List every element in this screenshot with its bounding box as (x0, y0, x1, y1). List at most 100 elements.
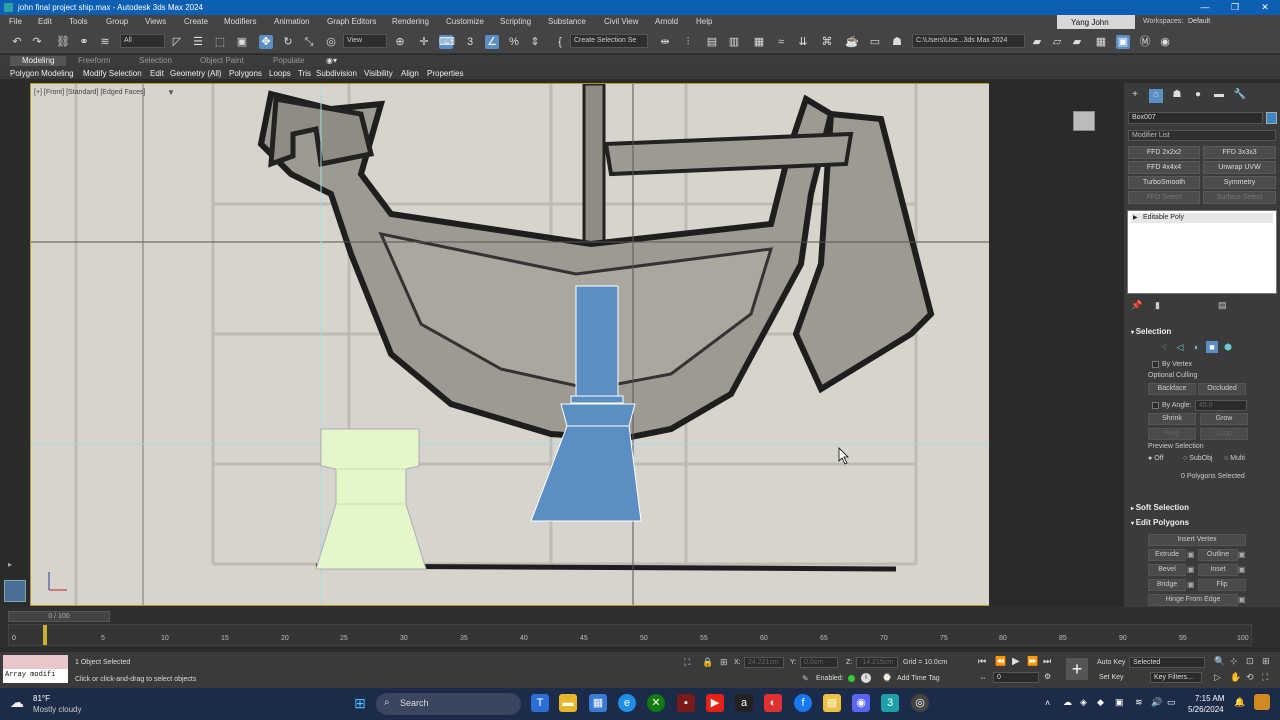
save-folder-icon[interactable]: ▰ (1070, 35, 1084, 49)
track-bar[interactable]: 0 5 10 15 20 25 30 35 40 45 50 55 60 65 … (8, 624, 1252, 646)
tray-app2-icon[interactable]: ◆ (1097, 697, 1104, 708)
ribbon-polygon-modeling[interactable]: Polygon Modeling (10, 69, 74, 78)
time-tag-info-icon[interactable]: i (861, 673, 871, 683)
selection-filter-dropdown[interactable]: All (120, 34, 165, 48)
menu-file[interactable]: File (9, 17, 22, 26)
front-viewport[interactable] (30, 83, 990, 606)
named-selection-dropdown[interactable]: Create Selection Se (570, 34, 648, 48)
surface-select-button[interactable]: Surface Select (1203, 191, 1276, 204)
render-setup-icon[interactable]: ☕ (845, 35, 859, 49)
preview-subobj-radio[interactable]: ○ SubObj (1183, 455, 1213, 462)
close-button[interactable]: ✕ (1250, 0, 1280, 15)
x-coordinate-field[interactable]: 24.221cm (744, 657, 784, 668)
key-filters-button[interactable]: Key Filters... (1150, 672, 1202, 683)
link-icon[interactable]: ⛓ (56, 35, 70, 49)
go-to-start-icon[interactable]: ⏮ (978, 656, 986, 667)
pivot-center-icon[interactable]: ⊕ (393, 35, 407, 49)
flip-button[interactable]: Flip (1198, 579, 1246, 591)
curve-editor-icon[interactable]: ≈ (774, 35, 788, 49)
current-frame-field[interactable]: 0 (993, 672, 1039, 683)
bridge-button[interactable]: Bridge (1148, 579, 1186, 591)
start-icon[interactable]: ⊞ (351, 694, 369, 712)
tray-app3-icon[interactable]: ▣ (1115, 697, 1124, 708)
menu-graph-editors[interactable]: Graph Editors (327, 17, 376, 26)
battery-icon[interactable]: ▭ (1167, 697, 1176, 708)
viewcube-icon[interactable] (1073, 111, 1095, 131)
add-time-tag-button[interactable]: Add Time Tag (897, 675, 940, 682)
project-folder-icon[interactable]: ▰ (1030, 35, 1044, 49)
command-panel-toggle-icon[interactable]: ▣ (1116, 35, 1130, 49)
ribbon-tab-selection[interactable]: Selection (139, 56, 172, 65)
field-of-view-icon[interactable]: ▷ (1214, 672, 1221, 683)
z-coordinate-field[interactable]: -14.215cm (856, 657, 898, 668)
by-vertex-checkbox[interactable] (1152, 361, 1159, 368)
onedrive-icon[interactable]: ☁ (1063, 697, 1072, 708)
layer-explorer-icon[interactable]: ▥ (727, 35, 741, 49)
orbit-icon[interactable]: ⟲ (1246, 672, 1254, 683)
absolute-mode-icon[interactable]: ⊞ (720, 657, 728, 668)
select-by-name-icon[interactable]: ☰ (191, 35, 205, 49)
show-end-result-icon[interactable]: ▮ (1155, 300, 1160, 311)
object-color-swatch[interactable] (1266, 112, 1277, 124)
ribbon-align[interactable]: Align (401, 69, 419, 78)
ffd-4x4x4-button[interactable]: FFD 4x4x4 (1128, 161, 1200, 174)
media-app-icon[interactable]: ◐ (764, 694, 782, 712)
settings-icon[interactable]: ◉ (1158, 35, 1172, 49)
place-icon[interactable]: ◎ (324, 35, 338, 49)
viewport-canvas[interactable] (31, 84, 990, 606)
expand-icon[interactable]: ▶ (1133, 214, 1138, 221)
angle-snap-icon[interactable]: ∠ (485, 35, 499, 49)
scale-icon[interactable]: ⤡ (302, 35, 316, 49)
adaptive-degradation-icon[interactable]: ✎ (802, 674, 809, 683)
polygon-mode-icon[interactable]: ■ (1206, 341, 1218, 353)
viewport-layout-tab-icon[interactable]: ▸ (8, 560, 20, 572)
ribbon-tab-object-paint[interactable]: Object Paint (200, 56, 244, 65)
ribbon-geometry-all[interactable]: Geometry (All) (170, 69, 222, 78)
turbosmooth-button[interactable]: TurboSmooth (1128, 176, 1200, 189)
zoom-icon[interactable]: 🔍 (1214, 656, 1225, 667)
tray-chevron-icon[interactable]: ˄ (1045, 698, 1050, 708)
open-folder-icon[interactable]: ▱ (1050, 35, 1064, 49)
window-crossing-icon[interactable]: ▣ (235, 35, 249, 49)
previous-frame-icon[interactable]: ⏪ (995, 656, 1006, 667)
extrude-button[interactable]: Extrude (1148, 549, 1186, 561)
teams-icon[interactable]: T (531, 694, 549, 712)
edit-polygons-rollout[interactable]: ▾ Edit Polygons (1131, 518, 1189, 527)
zoom-extents-all-icon[interactable]: ⊞ (1262, 656, 1270, 667)
display-tab-icon[interactable]: ▬ (1212, 89, 1226, 103)
copilot-icon[interactable] (1254, 694, 1270, 710)
xbox-icon[interactable]: ✕ (647, 694, 665, 712)
viewport-layout-icon[interactable]: ▦ (1094, 35, 1108, 49)
redo-icon[interactable]: ↷ (30, 35, 44, 49)
workspace-dropdown[interactable]: Default (1188, 18, 1210, 25)
amazon-icon[interactable]: a (735, 694, 753, 712)
schematic-view-icon[interactable]: ⇊ (796, 35, 810, 49)
auto-key-button[interactable]: Auto Key (1097, 659, 1125, 666)
ribbon-visibility[interactable]: Visibility (364, 69, 393, 78)
set-key-icon[interactable]: + (1066, 658, 1088, 680)
mirror-icon[interactable]: ⇹ (658, 35, 672, 49)
material-editor-icon[interactable]: ⌘ (820, 35, 834, 49)
unwrap-uvw-button[interactable]: Unwrap UVW (1203, 161, 1276, 174)
stack-item-editable-poly[interactable]: ▶ Editable Poly (1131, 213, 1273, 223)
weather-desc[interactable]: Mostly cloudy (33, 705, 81, 714)
preview-off-radio[interactable]: ● Off (1148, 455, 1163, 462)
menu-views[interactable]: Views (145, 17, 166, 26)
time-cursor[interactable] (43, 625, 47, 645)
ribbon-edit[interactable]: Edit (150, 69, 164, 78)
youtube-icon[interactable]: ▶ (706, 694, 724, 712)
outline-settings-icon[interactable]: ▣ (1238, 550, 1246, 559)
menu-animation[interactable]: Animation (274, 17, 310, 26)
bevel-button[interactable]: Bevel (1148, 564, 1186, 576)
grow-button[interactable]: Grow (1200, 413, 1248, 425)
time-slider[interactable]: 0 / 100 (8, 611, 110, 622)
menu-rendering[interactable]: Rendering (392, 17, 429, 26)
menu-edit[interactable]: Edit (38, 17, 52, 26)
symmetry-button[interactable]: Symmetry (1203, 176, 1276, 189)
preview-multi-radio[interactable]: ○ Multi (1224, 455, 1245, 462)
menu-arnold[interactable]: Arnold (655, 17, 678, 26)
weather-icon[interactable]: ☁ (10, 694, 24, 711)
edit-named-selection-icon[interactable]: { (553, 35, 567, 49)
element-mode-icon[interactable]: ⬢ (1222, 341, 1234, 353)
rendered-frame-icon[interactable]: ▭ (868, 35, 882, 49)
